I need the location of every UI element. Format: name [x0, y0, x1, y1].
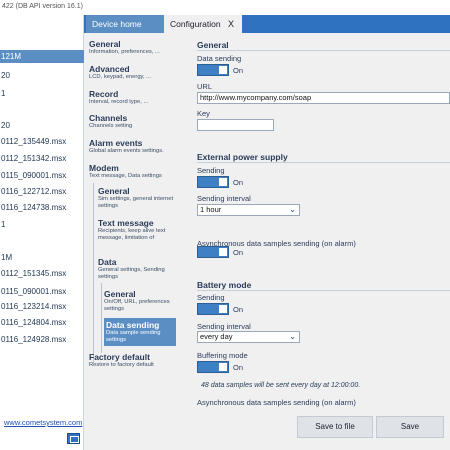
tab-configuration-label: Configuration: [170, 19, 221, 29]
device-list-item[interactable]: 0115_090001.msx: [0, 169, 66, 182]
nav-modem[interactable]: Modem Text message, Data settings: [89, 163, 181, 180]
section-divider: [197, 290, 450, 291]
tree-line: [93, 183, 94, 363]
nav-general[interactable]: General Information, preferences, ...: [89, 39, 181, 56]
nav-advanced[interactable]: Advanced LCD, keypad, energy, ...: [89, 64, 181, 81]
buffering-mode-toggle[interactable]: [197, 361, 229, 373]
nav-data-sending[interactable]: Data sending Data sample sending setting…: [104, 318, 176, 346]
nav-factory-default[interactable]: Factory default Restore to factory defau…: [89, 352, 181, 369]
device-list-item[interactable]: 0112_151342.msx: [0, 152, 66, 165]
key-label: Key: [197, 109, 210, 118]
external-sending-label: Sending: [197, 166, 225, 175]
nav-alarm-events[interactable]: Alarm events Global alarm events setting…: [89, 138, 181, 155]
battery-sending-state: On: [233, 305, 244, 314]
close-tab-icon[interactable]: X: [228, 15, 240, 33]
device-list-item[interactable]: 0116_122712.msx: [0, 185, 66, 198]
toggle-knob: [219, 363, 227, 371]
buffering-mode-label: Buffering mode: [197, 351, 248, 360]
buffering-mode-state: On: [233, 363, 244, 372]
battery-async-label: Asynchronous data samples sending (on al…: [197, 398, 356, 407]
nav-modem-general[interactable]: General Sim settings, general internet s…: [98, 186, 180, 210]
toggle-knob: [219, 305, 227, 313]
device-list-item[interactable]: 20: [0, 119, 10, 132]
action-bar: Save to file Save: [191, 411, 450, 450]
battery-sending-label: Sending: [197, 293, 225, 302]
toggle-knob: [219, 248, 227, 256]
settings-panel: General Data sending On URL http://www.m…: [191, 33, 450, 411]
battery-interval-value: every day: [200, 332, 233, 341]
device-list-item[interactable]: 1: [0, 218, 5, 231]
device-list-item[interactable]: 0116_124738.msx: [0, 201, 66, 214]
nav-text-message[interactable]: Text message Recipients, keep alive text…: [98, 218, 180, 242]
device-list-item[interactable]: 121M: [0, 50, 84, 63]
battery-sending-toggle[interactable]: [197, 303, 229, 315]
data-sending-label: Data sending: [197, 54, 242, 63]
nav-data-general[interactable]: General On/Off, URL, preferences setting…: [104, 289, 176, 313]
section-title-battery-mode: Battery mode: [197, 280, 252, 290]
external-interval-value: 1 hour: [200, 205, 222, 214]
schedule-note: 48 data samples will be sent every day a…: [201, 382, 361, 389]
device-list-item[interactable]: 0116_124928.msx: [0, 333, 66, 346]
device-list-item[interactable]: 1: [0, 87, 5, 100]
save-to-file-button[interactable]: Save to file: [297, 416, 373, 438]
device-list-item[interactable]: 1M: [0, 251, 12, 264]
section-divider: [197, 162, 450, 163]
device-list-item[interactable]: 0115_090001.msx: [0, 285, 66, 298]
device-list-item[interactable]: 20: [0, 69, 10, 82]
tab-device-home[interactable]: Device home: [86, 15, 164, 33]
toggle-knob: [219, 178, 227, 186]
website-link[interactable]: www.cometsystem.com: [4, 418, 82, 427]
external-sending-toggle[interactable]: [197, 176, 229, 188]
title-bar: 422 (DB API version 16.1): [0, 0, 450, 15]
window-layout-icon[interactable]: [67, 433, 80, 444]
data-sending-toggle[interactable]: [197, 64, 229, 76]
window-title: 422 (DB API version 16.1): [2, 3, 83, 10]
device-list-panel: 121M 20 1 20 0112_135449.msx 0112_151342…: [0, 15, 84, 450]
tab-bar: Device home Configuration X: [84, 15, 450, 33]
battery-interval-select[interactable]: every day ⌄: [197, 331, 300, 343]
external-sending-state: On: [233, 178, 244, 187]
nav-record[interactable]: Record Interval, record type, ...: [89, 89, 181, 106]
save-button[interactable]: Save: [376, 416, 444, 438]
nav-channels[interactable]: Channels Channels setting: [89, 113, 181, 130]
device-list-item[interactable]: 0112_151345.msx: [0, 267, 66, 280]
section-title-general: General: [197, 40, 229, 50]
toggle-knob: [219, 66, 227, 74]
data-sending-state: On: [233, 66, 244, 75]
chevron-down-icon: ⌄: [289, 332, 296, 341]
external-interval-label: Sending interval: [197, 194, 251, 203]
device-list-item[interactable]: 0116_124804.msx: [0, 316, 66, 329]
section-divider: [197, 50, 450, 51]
nav-data[interactable]: Data General settings, Sending settings: [98, 257, 180, 281]
section-title-external-power: External power supply: [197, 152, 288, 162]
key-input[interactable]: [197, 119, 274, 131]
external-async-toggle[interactable]: [197, 246, 229, 258]
settings-navigation: General Information, preferences, ... Ad…: [84, 33, 182, 450]
url-input[interactable]: http://www.mycompany.com/soap: [197, 92, 450, 104]
url-label: URL: [197, 82, 213, 91]
external-interval-select[interactable]: 1 hour ⌄: [197, 204, 300, 216]
chevron-down-icon: ⌄: [289, 205, 296, 214]
external-async-state: On: [233, 248, 244, 257]
battery-interval-label: Sending interval: [197, 322, 251, 331]
device-list-item[interactable]: 0112_135449.msx: [0, 135, 66, 148]
device-list-item[interactable]: 0116_123214.msx: [0, 300, 66, 313]
tree-line: [101, 283, 102, 353]
